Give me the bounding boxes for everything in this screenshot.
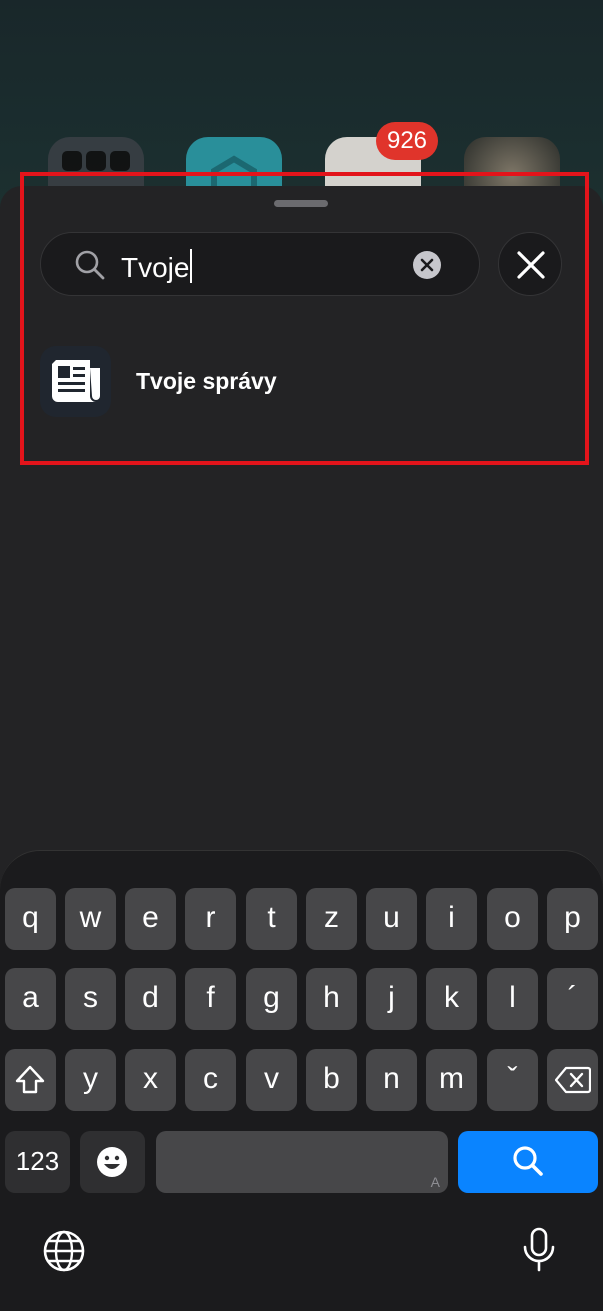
shift-key[interactable] <box>5 1049 56 1111</box>
keyboard: q w e r t z u i o p a s d f g h j k l ´ … <box>0 850 603 1311</box>
key-z[interactable]: z <box>306 888 357 950</box>
key-l[interactable]: l <box>487 968 538 1030</box>
emoji-face-icon <box>97 1147 127 1177</box>
key-b[interactable]: b <box>306 1049 357 1111</box>
key-caron[interactable]: ˇ <box>487 1049 538 1111</box>
xmark-icon <box>517 251 545 279</box>
sheet-grabber[interactable] <box>274 200 328 207</box>
xmark-circle-icon[interactable] <box>413 251 441 279</box>
key-q[interactable]: q <box>5 888 56 950</box>
microphone-icon[interactable] <box>522 1227 556 1278</box>
space-hint-label: A <box>430 1174 440 1190</box>
close-search-button[interactable] <box>498 232 562 296</box>
newspaper-icon <box>40 346 111 417</box>
key-i[interactable]: i <box>426 888 477 950</box>
globe-icon[interactable] <box>42 1229 86 1278</box>
key-m[interactable]: m <box>426 1049 477 1111</box>
space-key[interactable]: A <box>156 1131 448 1193</box>
key-y[interactable]: y <box>65 1049 116 1111</box>
key-x[interactable]: x <box>125 1049 176 1111</box>
search-result-item[interactable]: Tvoje správy <box>40 346 560 418</box>
result-label: Tvoje správy <box>136 368 277 394</box>
search-key[interactable] <box>458 1131 598 1193</box>
search-query-text: Tvoje <box>121 249 193 284</box>
numbers-key[interactable]: 123 <box>5 1131 70 1193</box>
emoji-key[interactable] <box>80 1131 145 1193</box>
key-s[interactable]: s <box>65 968 116 1030</box>
search-icon <box>513 1146 543 1176</box>
notification-badge: 926 <box>376 122 438 160</box>
text-caret <box>190 249 193 283</box>
key-a[interactable]: a <box>5 968 56 1030</box>
key-f[interactable]: f <box>185 968 236 1030</box>
key-acute[interactable]: ´ <box>547 968 598 1030</box>
key-p[interactable]: p <box>547 888 598 950</box>
key-d[interactable]: d <box>125 968 176 1030</box>
delete-backspace-icon <box>555 1066 591 1094</box>
key-n[interactable]: n <box>366 1049 417 1111</box>
key-k[interactable]: k <box>426 968 477 1030</box>
delete-key[interactable] <box>547 1049 598 1111</box>
key-g[interactable]: g <box>246 968 297 1030</box>
key-j[interactable]: j <box>366 968 417 1030</box>
key-c[interactable]: c <box>185 1049 236 1111</box>
key-e[interactable]: e <box>125 888 176 950</box>
shift-arrow-icon <box>15 1065 45 1094</box>
key-w[interactable]: w <box>65 888 116 950</box>
key-u[interactable]: u <box>366 888 417 950</box>
key-r[interactable]: r <box>185 888 236 950</box>
search-icon <box>75 250 105 285</box>
search-input[interactable]: Tvoje <box>40 232 480 296</box>
key-h[interactable]: h <box>306 968 357 1030</box>
key-v[interactable]: v <box>246 1049 297 1111</box>
key-t[interactable]: t <box>246 888 297 950</box>
key-o[interactable]: o <box>487 888 538 950</box>
